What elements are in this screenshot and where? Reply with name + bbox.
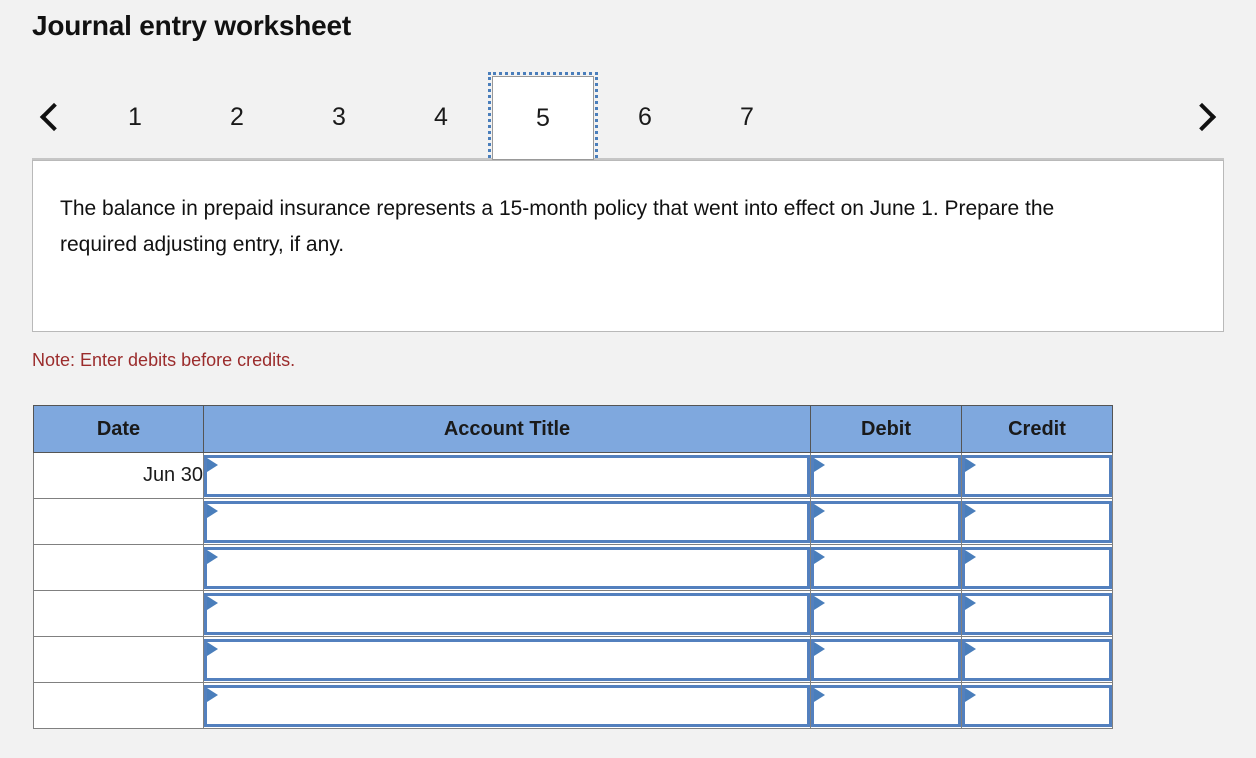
dropdown-triangle-icon[interactable] bbox=[965, 457, 976, 472]
journal-account-input[interactable] bbox=[204, 546, 810, 589]
journal-credit-input[interactable] bbox=[962, 454, 1112, 497]
journal-date-cell[interactable] bbox=[33, 498, 204, 545]
journal-account-cell bbox=[203, 544, 811, 591]
journal-date-cell[interactable]: Jun 30 bbox=[33, 452, 204, 499]
journal-account-cell bbox=[203, 452, 811, 499]
journal-credit-input[interactable] bbox=[962, 546, 1112, 589]
pager-page-label: 5 bbox=[536, 103, 550, 132]
journal-date-cell[interactable] bbox=[33, 636, 204, 683]
journal-credit-cell bbox=[961, 590, 1113, 637]
chevron-left-icon bbox=[39, 102, 69, 132]
dropdown-triangle-icon[interactable] bbox=[814, 457, 825, 472]
journal-account-input[interactable] bbox=[204, 454, 810, 497]
pager-page-label: 2 bbox=[230, 102, 244, 131]
journal-debit-cell bbox=[810, 498, 962, 545]
journal-date-cell[interactable] bbox=[33, 544, 204, 591]
journal-credit-cell bbox=[961, 452, 1113, 499]
journal-debit-input[interactable] bbox=[811, 454, 961, 497]
journal-credit-input[interactable] bbox=[962, 500, 1112, 543]
journal-debit-cell bbox=[810, 636, 962, 683]
pager-page-4[interactable]: 4 bbox=[390, 76, 492, 158]
journal-account-cell bbox=[203, 636, 811, 683]
journal-credit-input[interactable] bbox=[962, 684, 1112, 727]
journal-credit-cell bbox=[961, 636, 1113, 683]
chevron-right-icon bbox=[1187, 102, 1217, 132]
journal-debit-cell bbox=[810, 452, 962, 499]
journal-row bbox=[33, 682, 1113, 729]
journal-account-input[interactable] bbox=[204, 684, 810, 727]
pager-page-1[interactable]: 1 bbox=[84, 76, 186, 158]
dropdown-triangle-icon[interactable] bbox=[207, 687, 218, 702]
debits-before-credits-note: Note: Enter debits before credits. bbox=[32, 350, 296, 370]
pager-page-label: 4 bbox=[434, 102, 448, 131]
dropdown-triangle-icon[interactable] bbox=[207, 595, 218, 610]
worksheet-pager: 1 2 3 4 5 6 7 bbox=[32, 72, 1224, 164]
journal-debit-cell bbox=[810, 682, 962, 729]
pager-page-label: 3 bbox=[332, 102, 346, 131]
journal-date-cell[interactable] bbox=[33, 682, 204, 729]
pager-next-button[interactable] bbox=[1180, 76, 1224, 158]
instruction-panel: The balance in prepaid insurance represe… bbox=[32, 160, 1224, 332]
dropdown-triangle-icon[interactable] bbox=[965, 687, 976, 702]
journal-debit-cell bbox=[810, 544, 962, 591]
journal-credit-cell bbox=[961, 544, 1113, 591]
journal-header-date: Date bbox=[33, 405, 204, 453]
journal-table-head: Date Account Title Debit Credit bbox=[33, 405, 1113, 453]
journal-debit-input[interactable] bbox=[811, 684, 961, 727]
pager-page-label: 6 bbox=[638, 102, 652, 131]
journal-account-cell bbox=[203, 590, 811, 637]
dropdown-triangle-icon[interactable] bbox=[965, 595, 976, 610]
pager-page-label: 7 bbox=[740, 102, 754, 131]
dropdown-triangle-icon[interactable] bbox=[814, 503, 825, 518]
journal-table-body: Jun 30 bbox=[33, 452, 1113, 729]
pager-page-label: 1 bbox=[128, 102, 142, 131]
journal-debit-input[interactable] bbox=[811, 546, 961, 589]
journal-account-input[interactable] bbox=[204, 592, 810, 635]
dropdown-triangle-icon[interactable] bbox=[814, 687, 825, 702]
dropdown-triangle-icon[interactable] bbox=[814, 641, 825, 656]
pager-page-7[interactable]: 7 bbox=[696, 76, 798, 158]
page-title: Journal entry worksheet bbox=[32, 10, 352, 41]
journal-row: Jun 30 bbox=[33, 452, 1113, 499]
journal-debit-input[interactable] bbox=[811, 592, 961, 635]
journal-debit-input[interactable] bbox=[811, 638, 961, 681]
journal-account-input[interactable] bbox=[204, 638, 810, 681]
journal-credit-cell bbox=[961, 682, 1113, 729]
journal-account-cell bbox=[203, 682, 811, 729]
journal-row bbox=[33, 498, 1113, 545]
dropdown-triangle-icon[interactable] bbox=[814, 595, 825, 610]
journal-row bbox=[33, 544, 1113, 591]
journal-account-cell bbox=[203, 498, 811, 545]
journal-row bbox=[33, 636, 1113, 683]
journal-header-row: Date Account Title Debit Credit bbox=[33, 405, 1113, 453]
dropdown-triangle-icon[interactable] bbox=[207, 457, 218, 472]
journal-header-credit: Credit bbox=[961, 405, 1113, 453]
journal-credit-cell bbox=[961, 498, 1113, 545]
journal-account-input[interactable] bbox=[204, 500, 810, 543]
journal-row bbox=[33, 590, 1113, 637]
journal-header-debit: Debit bbox=[810, 405, 962, 453]
pager-previous-button[interactable] bbox=[32, 76, 76, 158]
dropdown-triangle-icon[interactable] bbox=[207, 641, 218, 656]
dropdown-triangle-icon[interactable] bbox=[207, 503, 218, 518]
pager-page-6[interactable]: 6 bbox=[594, 76, 696, 158]
pager-page-2[interactable]: 2 bbox=[186, 76, 288, 158]
journal-header-account: Account Title bbox=[203, 405, 811, 453]
instruction-text: The balance in prepaid insurance represe… bbox=[60, 197, 1055, 256]
dropdown-triangle-icon[interactable] bbox=[965, 503, 976, 518]
journal-credit-input[interactable] bbox=[962, 592, 1112, 635]
dropdown-triangle-icon[interactable] bbox=[814, 549, 825, 564]
pager-page-3[interactable]: 3 bbox=[288, 76, 390, 158]
journal-entry-table: Date Account Title Debit Credit Jun 30 bbox=[33, 405, 1113, 729]
journal-credit-input[interactable] bbox=[962, 638, 1112, 681]
dropdown-triangle-icon[interactable] bbox=[965, 641, 976, 656]
journal-debit-cell bbox=[810, 590, 962, 637]
dropdown-triangle-icon[interactable] bbox=[965, 549, 976, 564]
dropdown-triangle-icon[interactable] bbox=[207, 549, 218, 564]
journal-debit-input[interactable] bbox=[811, 500, 961, 543]
journal-date-cell[interactable] bbox=[33, 590, 204, 637]
pager-page-5[interactable]: 5 bbox=[488, 72, 598, 164]
